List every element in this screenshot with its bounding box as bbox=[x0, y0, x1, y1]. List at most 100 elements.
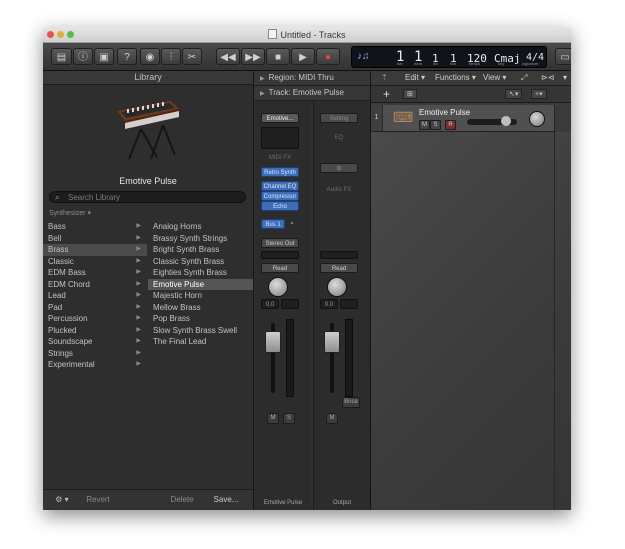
chevron-right-icon: ▶ bbox=[136, 349, 141, 356]
patch-item[interactable]: Classic Synth Brass bbox=[148, 256, 253, 268]
waveform-zoom-icon[interactable]: ⤢ bbox=[521, 73, 527, 83]
tracks-empty-area[interactable] bbox=[371, 132, 571, 510]
list-editors-button[interactable]: ▭ bbox=[555, 48, 571, 65]
library-toggle-button[interactable]: ▤ bbox=[51, 48, 72, 65]
audio-fx-slot[interactable]: Audio FX bbox=[320, 185, 358, 195]
track-name[interactable]: Emotive Pulse bbox=[419, 108, 470, 117]
mixer-button[interactable]: ⫶ bbox=[161, 48, 181, 65]
category-item[interactable]: Classic ▶ bbox=[43, 256, 147, 268]
strip-name: Output bbox=[332, 500, 351, 506]
edit-menu[interactable]: Edit ▾ bbox=[405, 73, 425, 83]
library-search-input[interactable]: ⌕ Search Library bbox=[49, 191, 246, 203]
volume-fader[interactable] bbox=[324, 331, 340, 353]
category-item[interactable]: Bass ▶ bbox=[43, 221, 147, 233]
patch-item[interactable]: Pop Brass bbox=[148, 313, 253, 325]
category-item[interactable]: Experimental ▶ bbox=[43, 359, 147, 371]
chevron-right-icon: ▶ bbox=[136, 315, 141, 321]
track-volume-handle[interactable] bbox=[501, 116, 511, 126]
quick-help-button[interactable]: ? bbox=[117, 48, 137, 65]
library-breadcrumb[interactable]: Synthesizer ▾ bbox=[49, 209, 91, 217]
send-slot[interactable]: Bus 1 bbox=[261, 219, 285, 229]
revert-button[interactable]: Revert bbox=[81, 493, 115, 506]
volume-readout[interactable]: 0.0 bbox=[261, 299, 279, 309]
bounce-button[interactable]: Bnce bbox=[342, 397, 360, 408]
global-tracks-icon[interactable]: ⊞ bbox=[403, 89, 417, 99]
automation-mode[interactable]: Read bbox=[320, 263, 358, 273]
catch-icon[interactable]: ⇡ bbox=[381, 73, 388, 83]
category-item[interactable]: Bell ▶ bbox=[43, 233, 147, 245]
track-record-button[interactable]: R bbox=[445, 120, 456, 130]
delete-button[interactable]: Delete bbox=[167, 493, 197, 506]
patch-item[interactable]: Brassy Synth Strings bbox=[148, 233, 253, 245]
group-slot[interactable] bbox=[261, 251, 299, 259]
category-item[interactable]: Brass ▶ bbox=[43, 244, 147, 256]
toolbar-toggle-button[interactable]: ▣ bbox=[94, 48, 114, 65]
pan-knob[interactable] bbox=[268, 277, 288, 297]
play-button[interactable]: ▶ bbox=[291, 48, 315, 65]
patch-item[interactable]: Majestic Horn bbox=[148, 290, 253, 302]
solo-button[interactable]: S bbox=[283, 413, 295, 424]
chevron-right-icon: ▶ bbox=[136, 326, 141, 333]
eq-display[interactable] bbox=[261, 127, 299, 149]
patch-item[interactable]: Eighties Synth Brass bbox=[148, 267, 253, 279]
group-slot[interactable] bbox=[320, 251, 358, 259]
patch-item[interactable]: Emotive Pulse bbox=[148, 278, 253, 290]
fast-forward-button[interactable]: ▶▶ bbox=[241, 48, 265, 65]
instrument-slot[interactable]: Retro Synth bbox=[261, 167, 299, 177]
automation-mode[interactable]: Read bbox=[261, 263, 299, 273]
category-item[interactable]: EDM Bass ▶ bbox=[43, 267, 147, 279]
track-solo-button[interactable]: S bbox=[430, 120, 441, 130]
volume-readout[interactable]: 0.0 bbox=[320, 299, 338, 309]
setting-button[interactable]: Setting bbox=[320, 113, 358, 123]
track-header-1[interactable]: 1 ⌨ Emotive Pulse M S R bbox=[371, 105, 554, 132]
patch-list: Analog Horns Brassy Synth Strings Bright S… bbox=[148, 221, 253, 348]
lcd-display[interactable]: ♪♫ 1 1 1 1 120 Cmaj 4/4 bar beat div tic… bbox=[351, 46, 547, 68]
fx-slot-1[interactable]: Channel EQ bbox=[261, 181, 299, 191]
pointer-tool-icon[interactable]: ↖▾ bbox=[505, 89, 523, 99]
midi-fx-slot[interactable]: MIDI FX bbox=[261, 153, 299, 163]
record-button[interactable]: ● bbox=[316, 48, 340, 65]
category-item[interactable]: Percussion ▶ bbox=[43, 313, 147, 325]
track-inspector-header[interactable]: ▶ Track: Emotive Pulse bbox=[254, 86, 370, 101]
editors-button[interactable]: ✂ bbox=[182, 48, 202, 65]
track-pan-knob[interactable] bbox=[529, 111, 545, 127]
patch-item[interactable]: Slow Synth Brass Swell bbox=[148, 325, 253, 337]
category-item[interactable]: EDM Chord ▶ bbox=[43, 279, 147, 291]
volume-fader[interactable] bbox=[265, 331, 281, 353]
category-item[interactable]: Soundscape ▶ bbox=[43, 336, 147, 348]
region-inspector-header[interactable]: ▶ Region: MIDI Thru bbox=[254, 71, 370, 86]
category-item[interactable]: Lead ▶ bbox=[43, 290, 147, 302]
snap-icon[interactable]: ⊳⊲ bbox=[541, 73, 554, 83]
lcd-label-key: key bbox=[498, 61, 505, 66]
pan-knob[interactable] bbox=[327, 277, 347, 297]
smart-controls-button[interactable]: ◉ bbox=[140, 48, 160, 65]
category-item[interactable]: Pad ▶ bbox=[43, 302, 147, 314]
view-menu[interactable]: View ▾ bbox=[483, 73, 506, 83]
patch-item[interactable]: Bright Synth Brass bbox=[148, 244, 253, 256]
eq-slot[interactable]: EQ bbox=[320, 133, 358, 143]
send-knob-icon[interactable]: ◔ bbox=[289, 219, 294, 228]
rewind-button[interactable]: ◀◀ bbox=[216, 48, 240, 65]
track-mute-button[interactable]: M bbox=[419, 120, 430, 130]
functions-menu[interactable]: Functions ▾ bbox=[435, 73, 476, 83]
more-icon[interactable]: ▾ bbox=[563, 73, 567, 83]
secondary-tool-icon[interactable]: +▾ bbox=[531, 89, 547, 99]
setting-button[interactable]: Emotive... bbox=[261, 113, 299, 123]
inspector-info-button[interactable]: ⓘ bbox=[73, 48, 93, 65]
link-icon[interactable]: ⊙ bbox=[320, 163, 358, 173]
patch-item[interactable]: The Final Lead bbox=[148, 336, 253, 348]
patch-item[interactable]: Mellow Brass bbox=[148, 302, 253, 314]
add-track-icon[interactable]: + bbox=[383, 87, 390, 101]
output-slot[interactable]: Stereo Out bbox=[261, 238, 299, 248]
category-item[interactable]: Strings ▶ bbox=[43, 348, 147, 360]
mute-button[interactable]: M bbox=[267, 413, 279, 424]
fx-slot-2[interactable]: Compressor bbox=[261, 191, 299, 201]
mute-button[interactable]: M bbox=[326, 413, 338, 424]
lcd-label-div: div bbox=[433, 61, 439, 66]
category-item[interactable]: Plucked ▶ bbox=[43, 325, 147, 337]
fx-slot-3[interactable]: Echo bbox=[261, 201, 299, 211]
stop-button[interactable]: ■ bbox=[266, 48, 290, 65]
patch-item[interactable]: Analog Horns bbox=[148, 221, 253, 233]
gear-menu-button[interactable]: ⚙ ▾ bbox=[51, 493, 73, 506]
save-button[interactable]: Save... bbox=[208, 493, 244, 506]
